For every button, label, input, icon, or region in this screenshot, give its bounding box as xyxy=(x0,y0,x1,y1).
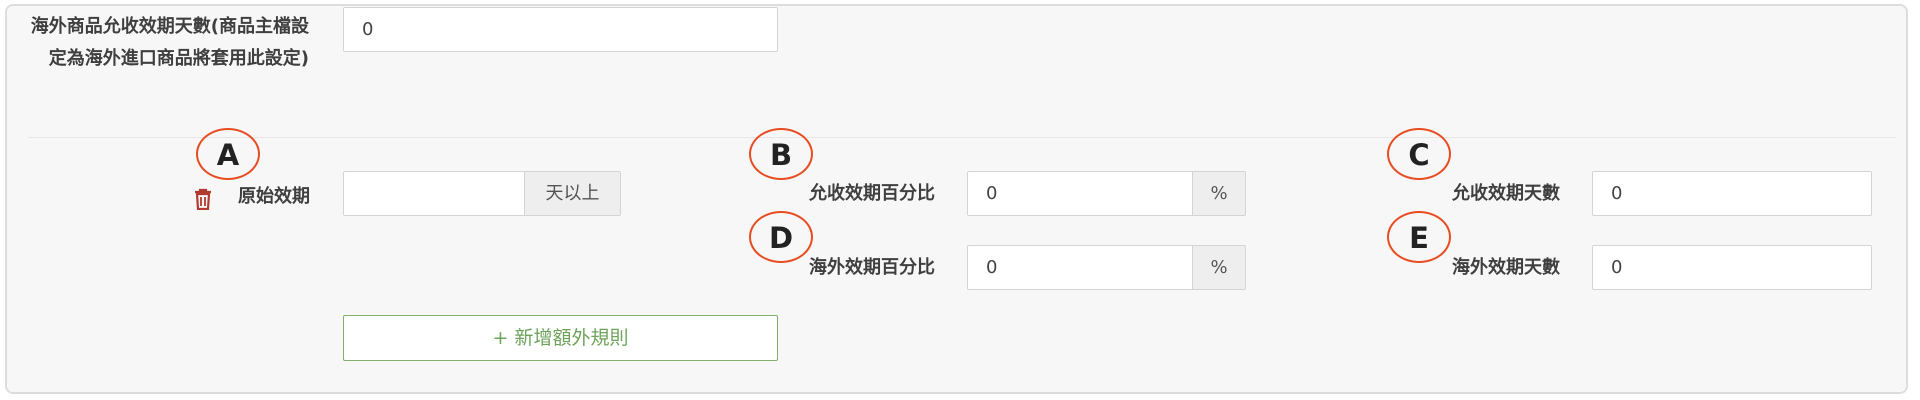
accept-days-label: 允收效期天數 xyxy=(1452,183,1560,204)
original-expiry-label: 原始效期 xyxy=(238,186,310,207)
overseas-days-input[interactable]: 0 xyxy=(343,7,778,52)
marker-c: C xyxy=(1387,128,1451,180)
days-suffix: 天以上 xyxy=(525,171,621,216)
overseas-percent-input[interactable]: 0 xyxy=(967,245,1193,290)
add-extra-rule-button[interactable]: + 新增額外規則 xyxy=(343,315,778,361)
trash-icon[interactable] xyxy=(194,188,212,210)
accept-days-input[interactable]: 0 xyxy=(1592,171,1872,216)
overseas-days-label: 海外商品允收效期天數(商品主檔設定為海外進口商品將套用此設定) xyxy=(30,16,309,69)
accept-percent-input[interactable]: 0 xyxy=(967,171,1193,216)
accept-percent-suffix: % xyxy=(1193,171,1246,216)
section-divider xyxy=(28,137,1896,138)
accept-percent-label: 允收效期百分比 xyxy=(809,183,935,204)
overseas-days-rule-label: 海外效期天數 xyxy=(1452,257,1560,278)
overseas-percent-label: 海外效期百分比 xyxy=(809,257,935,278)
marker-a: A xyxy=(196,128,260,180)
overseas-percent-suffix: % xyxy=(1193,245,1246,290)
original-days-input[interactable] xyxy=(343,171,525,216)
marker-b: B xyxy=(749,128,813,180)
overseas-days-rule-input[interactable]: 0 xyxy=(1592,245,1872,290)
